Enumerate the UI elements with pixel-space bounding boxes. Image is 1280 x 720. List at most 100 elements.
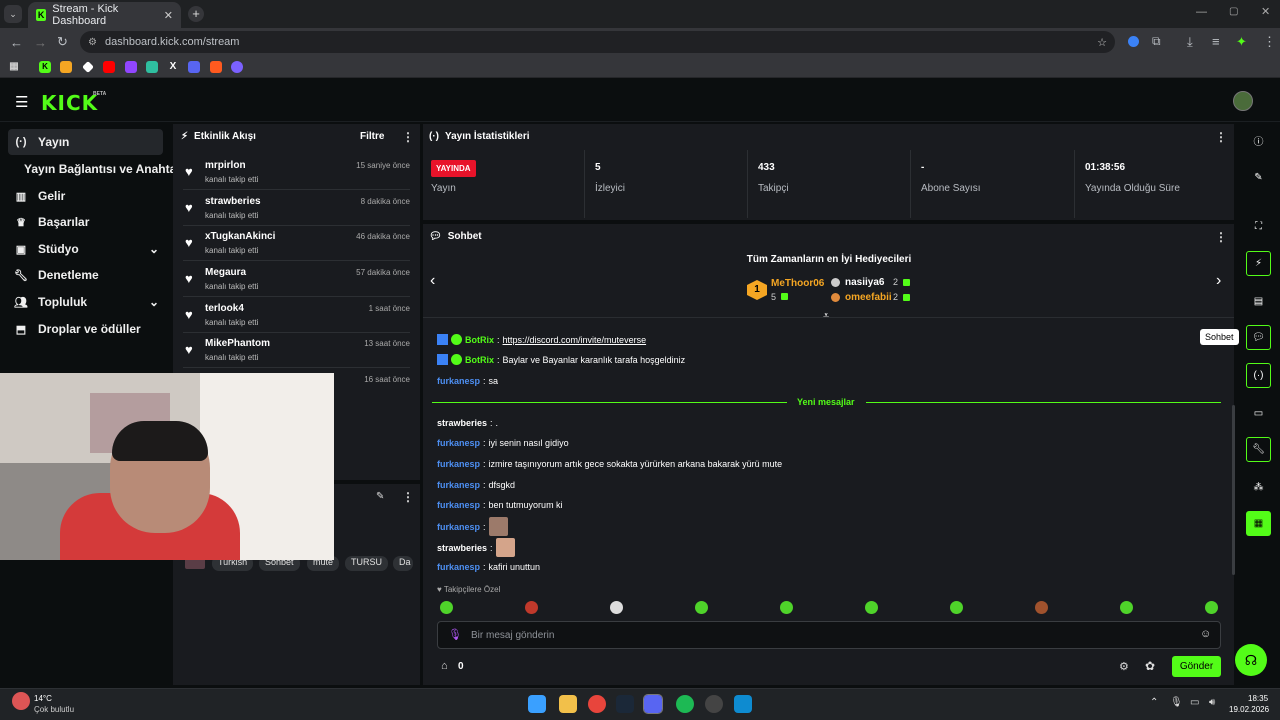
wrench-icon[interactable]: 🔧︎ bbox=[1246, 437, 1271, 462]
gifter-amount: 2 bbox=[893, 292, 899, 302]
windows-start-icon[interactable] bbox=[528, 695, 546, 713]
info-icon[interactable]: ⓘ bbox=[1246, 128, 1271, 153]
emote-button[interactable] bbox=[1205, 601, 1218, 614]
bookmark-twitch-icon[interactable] bbox=[125, 61, 137, 73]
quick-emote-icon[interactable]: ✿ bbox=[1145, 659, 1155, 673]
edit-pencil-icon[interactable]: ✎ bbox=[376, 491, 384, 502]
profile-extension-icon[interactable]: ✦ bbox=[1236, 34, 1247, 50]
chat-input[interactable]: 🎙︎ Bir mesaj gönderin ☺ bbox=[437, 621, 1221, 649]
bookmark-youtube-icon[interactable] bbox=[103, 61, 115, 73]
apps-grid-icon[interactable]: ▦ bbox=[8, 61, 20, 73]
nav-item-basarilar[interactable]: ♛ Başarılar bbox=[8, 209, 163, 235]
bookmark-x-icon[interactable]: X bbox=[167, 61, 179, 73]
avatar[interactable] bbox=[1233, 91, 1253, 111]
emote-button[interactable] bbox=[695, 601, 708, 614]
stream-tag[interactable]: TURSU bbox=[345, 556, 388, 571]
tab-search-icon[interactable]: ⌄ bbox=[4, 5, 22, 23]
document-icon[interactable]: ▤ bbox=[1246, 289, 1271, 314]
extension-icon[interactable] bbox=[1128, 36, 1139, 47]
edit-icon[interactable]: ✎ bbox=[1246, 165, 1271, 190]
emote-button[interactable] bbox=[1120, 601, 1133, 614]
chat-scrollbar[interactable] bbox=[1232, 405, 1235, 575]
fullscreen-icon[interactable]: ⛶ bbox=[1246, 214, 1271, 239]
bookmark-star-icon[interactable]: ☆ bbox=[1097, 36, 1107, 49]
emote-button[interactable] bbox=[865, 601, 878, 614]
browser-menu-icon[interactable]: ⋮ bbox=[1263, 34, 1276, 50]
reload-icon[interactable]: ↻ bbox=[57, 34, 68, 50]
bookmark-icon[interactable] bbox=[210, 61, 222, 73]
minimize-icon[interactable]: — bbox=[1196, 6, 1207, 18]
emote-button[interactable] bbox=[440, 601, 453, 614]
volume-icon[interactable]: 🔊︎ bbox=[1209, 697, 1215, 708]
emote-button[interactable] bbox=[1035, 601, 1048, 614]
gifter-name[interactable]: omeefabii bbox=[845, 292, 892, 303]
emote-button[interactable] bbox=[950, 601, 963, 614]
microphone-tray-icon[interactable]: 🎙︎ bbox=[1170, 697, 1183, 708]
steam-icon[interactable] bbox=[616, 695, 634, 713]
filter-button[interactable]: Filtre bbox=[360, 131, 384, 142]
bookmark-icon[interactable] bbox=[60, 61, 72, 73]
emote-button[interactable] bbox=[780, 601, 793, 614]
broadcast-icon[interactable]: (·) bbox=[1246, 363, 1271, 388]
back-icon[interactable]: ← bbox=[10, 35, 23, 50]
bookmark-kick-icon[interactable]: K bbox=[39, 61, 51, 73]
discord-icon[interactable] bbox=[643, 694, 663, 714]
extensions-puzzle-icon[interactable]: ⧉ bbox=[1152, 34, 1161, 49]
send-button[interactable]: Gönder bbox=[1172, 656, 1221, 677]
stats-menu-icon[interactable]: ⋮ bbox=[1215, 130, 1227, 144]
nav-item-yayin[interactable]: (·) Yayın bbox=[8, 129, 163, 155]
emoji-icon[interactable]: ☺ bbox=[1200, 628, 1211, 640]
site-info-icon[interactable]: ⚙ bbox=[88, 37, 97, 48]
tray-chevron-icon[interactable]: ⌃ bbox=[1150, 697, 1158, 708]
nav-item-denetleme[interactable]: 🔧︎ Denetleme bbox=[8, 262, 163, 288]
address-bar[interactable]: ⚙ dashboard.kick.com/stream ☆ bbox=[80, 31, 1115, 53]
media-control-icon[interactable]: ≡ bbox=[1212, 34, 1220, 49]
lightning-icon[interactable]: ⚡︎ bbox=[1246, 251, 1271, 276]
download-icon[interactable]: ⤓ bbox=[1187, 34, 1193, 50]
nav-item-topluluk[interactable]: 👥︎ Topluluk ⌄ bbox=[8, 289, 163, 315]
stream-info-menu-icon[interactable]: ⋮ bbox=[402, 490, 414, 504]
emote-button[interactable] bbox=[525, 601, 538, 614]
chat-menu-icon[interactable]: ⋮ bbox=[1215, 230, 1227, 244]
print-icon[interactable]: ▭ bbox=[1246, 401, 1271, 426]
chat-bubble-icon[interactable]: 💬︎ bbox=[1246, 325, 1271, 350]
top-gifter-name[interactable]: MeThoor06 bbox=[771, 278, 824, 289]
activity-menu-icon[interactable]: ⋮ bbox=[402, 130, 414, 144]
app-icon[interactable] bbox=[705, 695, 723, 713]
hamburger-menu-icon[interactable]: ☰ bbox=[15, 93, 28, 111]
store-icon[interactable]: ⌂ bbox=[441, 660, 448, 672]
nav-item-studyo[interactable]: ▣ Stüdyo ⌄ bbox=[8, 236, 163, 262]
browser-tab[interactable]: K Stream - Kick Dashboard ✕ bbox=[28, 2, 181, 28]
kick-logo[interactable]: KICK bbox=[41, 91, 98, 115]
chevron-right-icon[interactable]: › bbox=[1216, 272, 1221, 290]
spotify-icon[interactable] bbox=[676, 695, 694, 713]
close-window-icon[interactable]: ✕ bbox=[1261, 5, 1270, 18]
chevron-left-icon[interactable]: ‹ bbox=[430, 272, 435, 290]
users-icon[interactable]: ⁂ bbox=[1246, 475, 1271, 500]
stream-tag[interactable]: Da bbox=[393, 556, 413, 571]
weather-icon[interactable] bbox=[12, 692, 30, 710]
nav-item-gelir[interactable]: ▥ Gelir bbox=[8, 183, 163, 209]
bookmark-icon[interactable] bbox=[146, 61, 158, 73]
chat-link[interactable]: https://discord.com/invite/muteverse bbox=[503, 335, 647, 345]
support-headset-icon[interactable]: ☊ bbox=[1235, 644, 1267, 676]
green-app-icon[interactable]: ▦ bbox=[1246, 511, 1271, 536]
app-icon[interactable] bbox=[734, 695, 752, 713]
settings-gear-icon[interactable]: ⚙ bbox=[1119, 660, 1129, 673]
new-tab-button[interactable]: + bbox=[188, 6, 204, 22]
clock-time[interactable]: 18:35 bbox=[1248, 694, 1268, 703]
bookmark-icon[interactable] bbox=[188, 61, 200, 73]
nav-item-stream-key[interactable]: Yayın Bağlantısı ve Anahtarı bbox=[8, 156, 184, 182]
network-icon[interactable]: ▭ bbox=[1190, 697, 1199, 708]
close-tab-icon[interactable]: ✕ bbox=[164, 9, 173, 22]
microphone-icon[interactable]: 🎙︎ bbox=[448, 628, 462, 641]
gifter-name[interactable]: nasiiya6 bbox=[845, 277, 884, 288]
file-explorer-icon[interactable] bbox=[559, 695, 577, 713]
forward-icon[interactable]: → bbox=[34, 35, 47, 50]
emote-button[interactable] bbox=[610, 601, 623, 614]
maximize-icon[interactable]: ▢ bbox=[1229, 6, 1238, 17]
nav-item-droplar[interactable]: ⬒ Droplar ve ödüller bbox=[8, 316, 163, 342]
chrome-icon[interactable] bbox=[588, 695, 606, 713]
clock-date[interactable]: 19.02.2026 bbox=[1229, 705, 1269, 714]
bookmark-icon[interactable] bbox=[231, 61, 243, 73]
